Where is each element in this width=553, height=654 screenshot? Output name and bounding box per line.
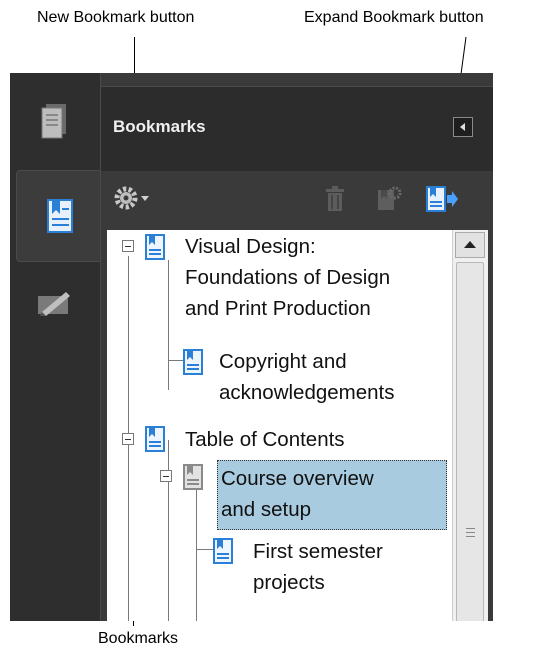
bookmark-item[interactable]: Copyright and acknowledgements xyxy=(219,346,395,408)
bookmark-label: Course overview xyxy=(221,467,374,490)
bookmark-label: First semester xyxy=(253,540,383,563)
expand-bookmark-button[interactable] xyxy=(425,185,459,218)
trash-icon xyxy=(326,186,344,211)
bookmark-label: Copyright and xyxy=(219,350,347,373)
bookmarks-panel-button[interactable] xyxy=(16,170,102,262)
bookmark-icon xyxy=(183,349,203,375)
bookmark-icon xyxy=(213,538,233,564)
callout-bookmarks: Bookmarks xyxy=(98,630,179,647)
bookmarks-panel: Bookmarks Visual Design: Foundations of … xyxy=(100,73,493,621)
bookmark-properties-icon xyxy=(378,186,402,210)
tree-connector xyxy=(196,488,197,621)
bookmark-icon xyxy=(46,199,73,233)
bookmark-icon xyxy=(145,234,165,260)
panel-title: Bookmarks xyxy=(113,117,206,136)
collapse-toggle[interactable] xyxy=(122,433,134,445)
bookmark-item[interactable]: Table of Contents xyxy=(185,424,345,455)
vertical-scrollbar[interactable] xyxy=(452,230,488,621)
delete-bookmark-button[interactable] xyxy=(323,185,347,218)
options-menu-button[interactable] xyxy=(113,185,155,216)
navigation-rail xyxy=(10,73,102,621)
bookmark-label: and Print Production xyxy=(185,297,371,320)
pages-panel-button[interactable] xyxy=(10,81,100,161)
expand-bookmark-icon xyxy=(426,186,458,212)
tree-connector xyxy=(168,260,169,390)
callout-new-bookmark: New Bookmark button xyxy=(37,9,195,26)
bookmark-label: and setup xyxy=(221,498,312,521)
collapse-panel-button[interactable] xyxy=(453,117,473,137)
bookmark-item-selected[interactable]: Course overview and setup xyxy=(221,463,374,525)
bookmark-label: Table of Contents xyxy=(185,428,345,451)
signature-pen-icon xyxy=(38,292,70,316)
acrobat-navigation-pane: Bookmarks Visual Design: Foundations of … xyxy=(10,73,493,621)
panel-header: Bookmarks xyxy=(101,86,493,172)
bookmark-properties-button[interactable] xyxy=(375,185,403,218)
bookmark-label: Foundations of Design xyxy=(185,266,391,289)
collapse-toggle[interactable] xyxy=(122,240,134,252)
bookmark-item[interactable]: First semester projects xyxy=(253,536,383,598)
bookmark-label: Visual Design: xyxy=(185,235,316,258)
collapse-toggle[interactable] xyxy=(160,470,172,482)
scroll-grip xyxy=(466,528,475,540)
callout-expand-bookmark: Expand Bookmark button xyxy=(304,9,484,26)
bookmark-icon-dimmed xyxy=(183,464,203,490)
bookmark-label: projects xyxy=(253,571,325,594)
page-thumbnails-icon xyxy=(41,104,66,139)
bookmark-tree-view: Visual Design: Foundations of Design and… xyxy=(107,230,488,621)
scroll-up-button[interactable] xyxy=(455,232,485,258)
bookmark-label: acknowledgements xyxy=(219,381,395,404)
bookmark-icon xyxy=(145,426,165,452)
bookmark-item[interactable]: Visual Design: Foundations of Design and… xyxy=(185,231,390,324)
tree-connector xyxy=(196,549,214,550)
bookmarks-toolbar xyxy=(101,171,493,227)
scroll-thumb[interactable] xyxy=(456,262,484,621)
signatures-panel-button[interactable] xyxy=(10,263,100,343)
tree-connector xyxy=(168,440,169,621)
gear-icon xyxy=(114,186,149,210)
bookmark-tree: Visual Design: Foundations of Design and… xyxy=(107,230,452,621)
